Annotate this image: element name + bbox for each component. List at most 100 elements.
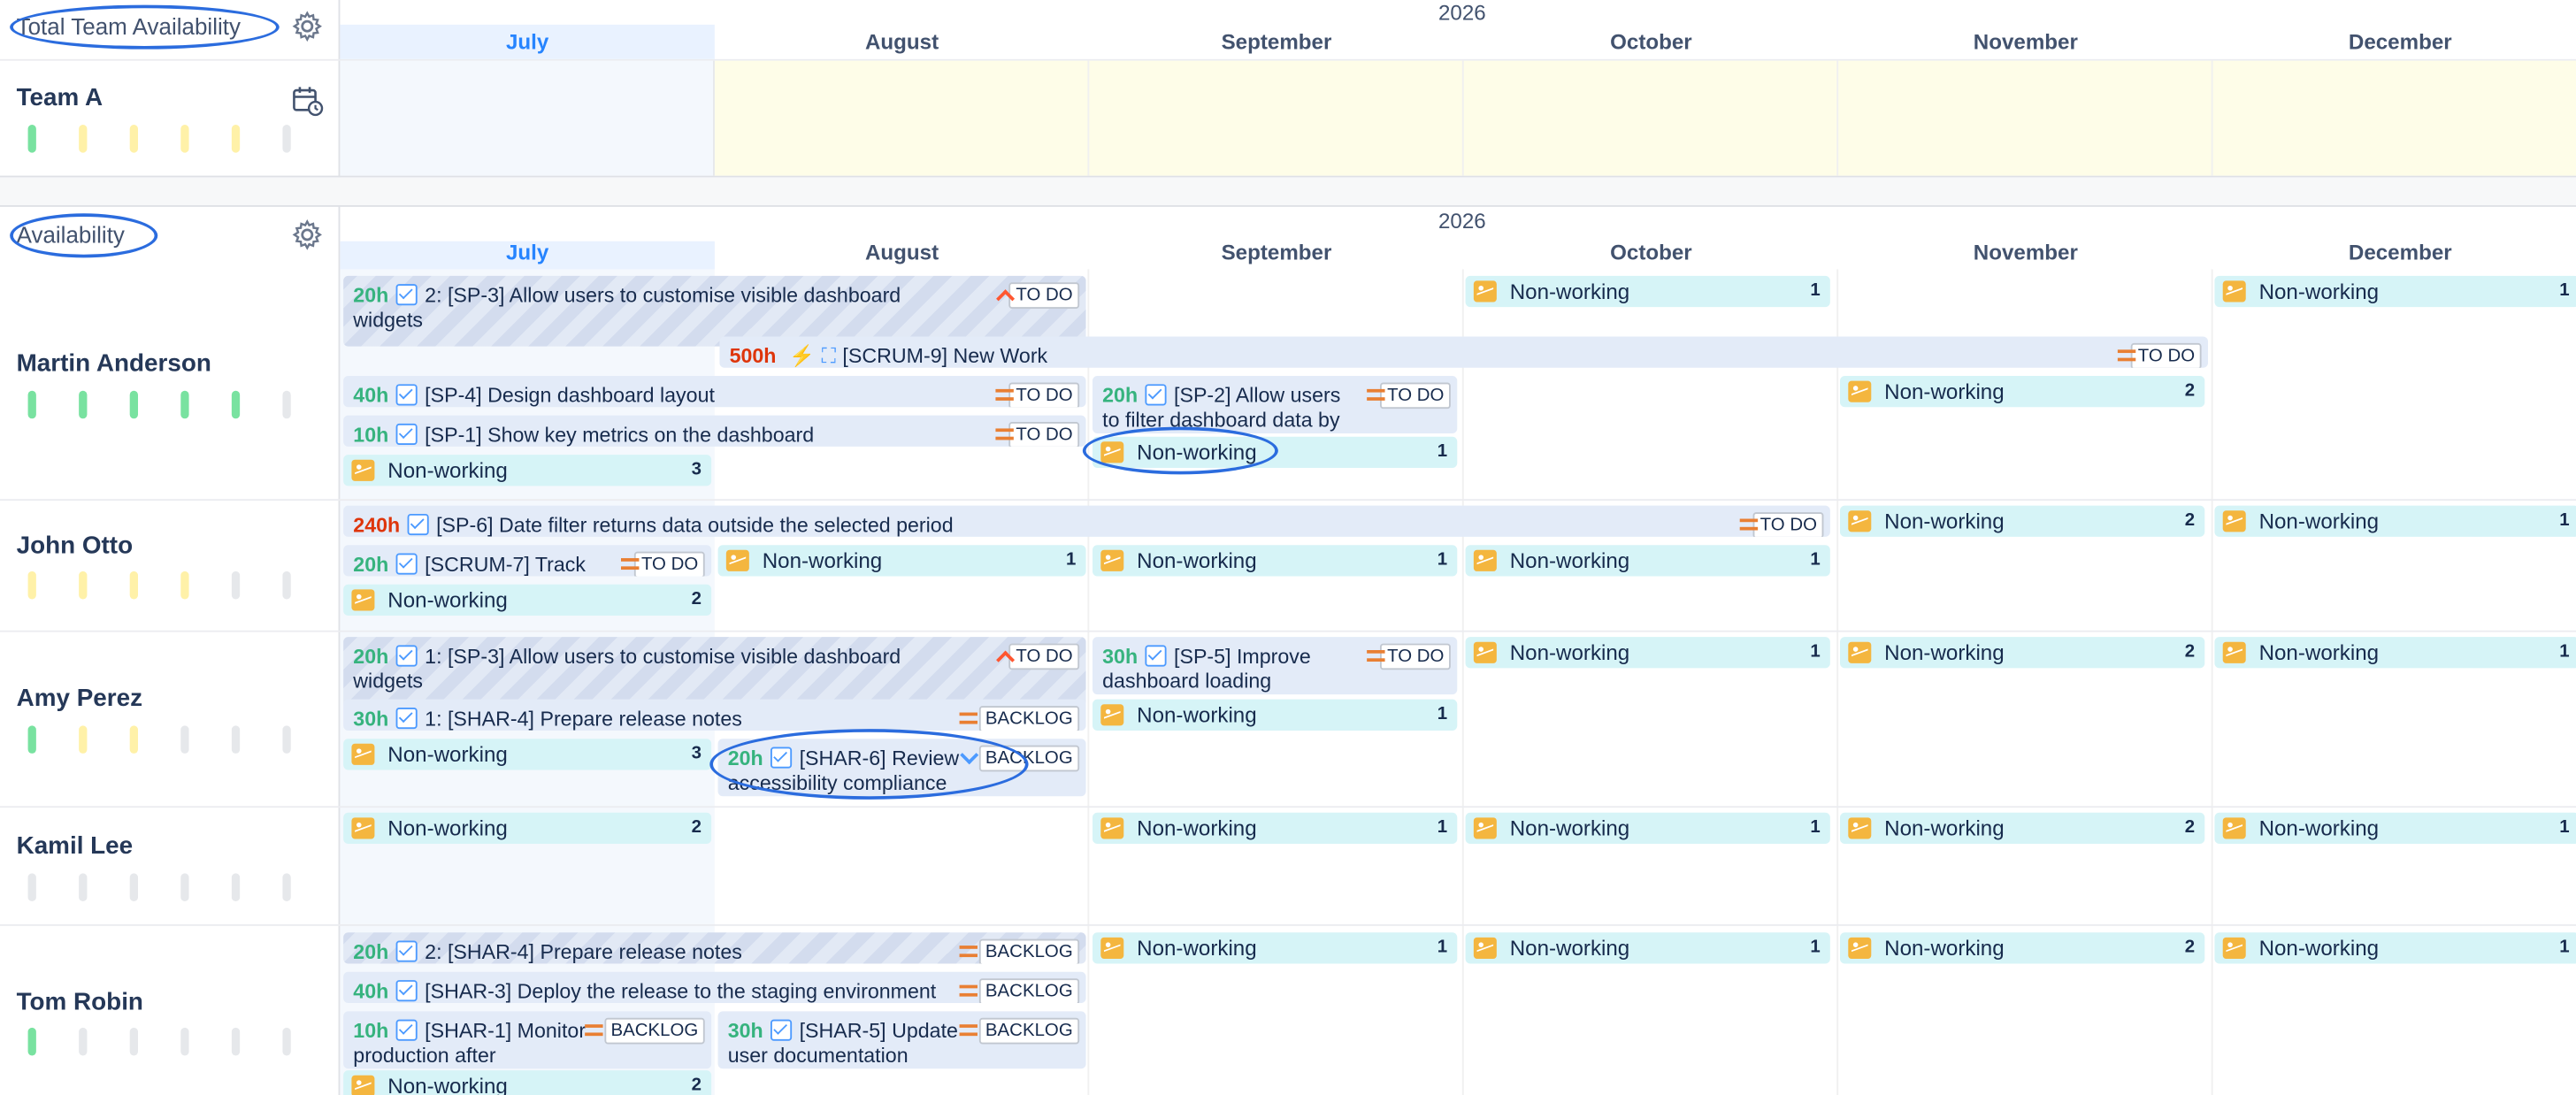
non-working-label: Non-working — [1884, 509, 2005, 534]
vacation-icon — [1473, 817, 1497, 839]
non-working-bar[interactable]: Non-working 3 — [343, 455, 712, 486]
divider — [1087, 269, 1090, 1095]
non-working-label: Non-working — [2258, 816, 2380, 841]
status-badge: BACKLOG — [978, 938, 1080, 964]
non-working-label: Non-working — [387, 457, 508, 483]
non-working-count: 1 — [1437, 549, 1448, 570]
epic-icon: ⚡ — [789, 344, 816, 368]
user-name[interactable]: Tom Robin — [17, 988, 143, 1016]
priority-medium-icon — [959, 712, 978, 724]
task-bar[interactable]: 30h 1: [SHAR-4] Prepare release notes BACK… — [343, 699, 1086, 731]
task-bar[interactable]: 20h [SHAR-6] Review accessibility complia… — [717, 739, 1086, 797]
non-working-bar[interactable]: Non-working 1 — [1465, 275, 1830, 308]
non-working-bar[interactable]: Non-working 1 — [2214, 932, 2576, 964]
non-working-count: 1 — [2559, 641, 2570, 662]
non-working-bar[interactable]: Non-working 2 — [1839, 637, 2205, 669]
vacation-icon — [2222, 641, 2246, 663]
settings-gear-icon[interactable] — [291, 10, 324, 42]
non-working-bar[interactable]: Non-working 1 — [2214, 637, 2576, 669]
task-bar[interactable]: 20h [SP-2] Allow users to filter dashboar… — [1092, 376, 1458, 434]
calendar-clock-icon[interactable] — [291, 84, 324, 117]
task-label: 20h 1: [SP-3] Allow users to customise vi… — [353, 645, 974, 694]
status-badge: BACKLOG — [604, 1017, 705, 1045]
task-bar[interactable]: 20h [SCRUM-7] Track TO DO — [343, 545, 712, 577]
task-bar[interactable]: 240h [SP-6] Date filter returns data outs… — [343, 505, 1830, 537]
non-working-label: Non-working — [2258, 639, 2380, 665]
non-working-bar[interactable]: Non-working 2 — [343, 1070, 712, 1095]
user-name[interactable]: Kamil Lee — [17, 832, 134, 861]
task-bar[interactable]: 30h [SP-5] Improve dashboard loading TO DO — [1092, 637, 1458, 695]
month-header-december: December — [2348, 239, 2452, 264]
task-checkbox-icon — [770, 747, 792, 769]
task-label: 500h ⚡ ⛶ [SCRUM-9] New Work — [730, 345, 2097, 368]
non-working-bar[interactable]: Non-working 1 — [1465, 637, 1830, 669]
non-working-bar[interactable]: Non-working 1 — [1465, 545, 1830, 577]
non-working-label: Non-working — [387, 816, 508, 841]
non-working-label: Non-working — [2258, 509, 2380, 534]
non-working-label: Non-working — [387, 741, 508, 767]
user-name[interactable]: John Otto — [17, 532, 134, 560]
task-checkbox-icon — [395, 645, 417, 667]
non-working-bar[interactable]: Non-working 1 — [1092, 545, 1458, 577]
non-working-bar[interactable]: Non-working 2 — [343, 812, 712, 845]
task-title: 2: [SHAR-4] Prepare release notes — [425, 940, 742, 964]
non-working-bar[interactable]: Non-working 1 — [717, 545, 1086, 577]
non-working-bar[interactable]: Non-working 1 — [1465, 932, 1830, 964]
month-header-november: November — [1973, 29, 2078, 55]
non-working-label: Non-working — [762, 548, 883, 573]
non-working-bar[interactable]: Non-working 1 — [2214, 505, 2576, 537]
non-working-bar[interactable]: Non-working 1 — [1092, 812, 1458, 845]
task-hours: 20h — [727, 747, 763, 770]
divider — [2211, 269, 2213, 1095]
availability-dot — [79, 125, 88, 153]
task-label: 30h 1: [SHAR-4] Prepare release notes — [353, 707, 974, 731]
settings-gear-icon[interactable] — [291, 218, 324, 251]
non-working-bar[interactable]: Non-working 2 — [1839, 932, 2205, 964]
task-title: [SP-6] Date filter returns data outside … — [436, 513, 954, 537]
task-bar[interactable]: 10h [SP-1] Show key metrics on the dashbo… — [343, 415, 1086, 447]
task-hours: 30h — [727, 1019, 763, 1043]
task-bar[interactable]: 10h [SHAR-1] Monitor production after BACK… — [343, 1011, 712, 1069]
user-name[interactable]: Amy Perez — [17, 685, 142, 713]
future-months-bg — [714, 60, 2576, 176]
task-bar[interactable]: 30h [SHAR-5] Update user documentation BAC… — [717, 1011, 1086, 1069]
user-name[interactable]: Martin Anderson — [17, 349, 211, 378]
availability-dot — [282, 390, 291, 419]
non-working-bar[interactable]: Non-working 1 — [2214, 812, 2576, 845]
divider — [0, 205, 2576, 207]
task-bar[interactable]: 20h 2: [SHAR-4] Prepare release notes BACK… — [343, 932, 1086, 964]
non-working-label: Non-working — [1884, 816, 2005, 841]
task-bar[interactable]: 40h [SP-4] Design dashboard layout TO DO — [343, 376, 1086, 408]
divider — [1461, 60, 1464, 176]
vacation-icon — [1100, 817, 1124, 839]
task-bar[interactable]: 500h ⚡ ⛶ [SCRUM-9] New Work TO DO — [719, 336, 2208, 368]
availability-dot — [180, 873, 189, 901]
non-working-label: Non-working — [1509, 816, 1630, 841]
non-working-bar[interactable]: Non-working 1 — [2214, 275, 2576, 308]
non-working-bar[interactable]: Non-working 2 — [1839, 505, 2205, 537]
non-working-bar[interactable]: Non-working 1 — [1092, 699, 1458, 731]
non-working-bar[interactable]: Non-working 1 — [1092, 932, 1458, 964]
non-working-bar[interactable]: Non-working 2 — [1839, 812, 2205, 845]
section-gap — [0, 177, 2576, 206]
non-working-bar[interactable]: Non-working 1 — [1092, 436, 1458, 468]
task-bar[interactable]: 20h 1: [SP-3] Allow users to customise vi… — [343, 637, 1086, 708]
non-working-bar[interactable]: Non-working 2 — [343, 584, 712, 616]
subtask-icon: ⛶ — [821, 344, 836, 368]
availability-dot — [27, 570, 36, 600]
divider — [0, 499, 2576, 502]
availability-dot — [180, 725, 189, 754]
non-working-bar[interactable]: Non-working 1 — [1465, 812, 1830, 845]
non-working-count: 1 — [1437, 441, 1448, 462]
availability-dot — [180, 570, 189, 600]
availability-dot — [27, 390, 36, 419]
non-working-count: 1 — [1810, 937, 1821, 958]
availability-view: Total Team Availability 2026 July August… — [0, 0, 2576, 1095]
vacation-icon — [1100, 704, 1124, 726]
task-bar[interactable]: 40h [SHAR-3] Deploy the release to the st… — [343, 971, 1086, 1004]
non-working-label: Non-working — [2258, 935, 2380, 961]
non-working-bar[interactable]: Non-working 3 — [343, 739, 712, 770]
status-badge: TO DO — [1008, 422, 1080, 447]
non-working-count: 2 — [691, 817, 702, 838]
non-working-bar[interactable]: Non-working 2 — [1839, 376, 2205, 408]
